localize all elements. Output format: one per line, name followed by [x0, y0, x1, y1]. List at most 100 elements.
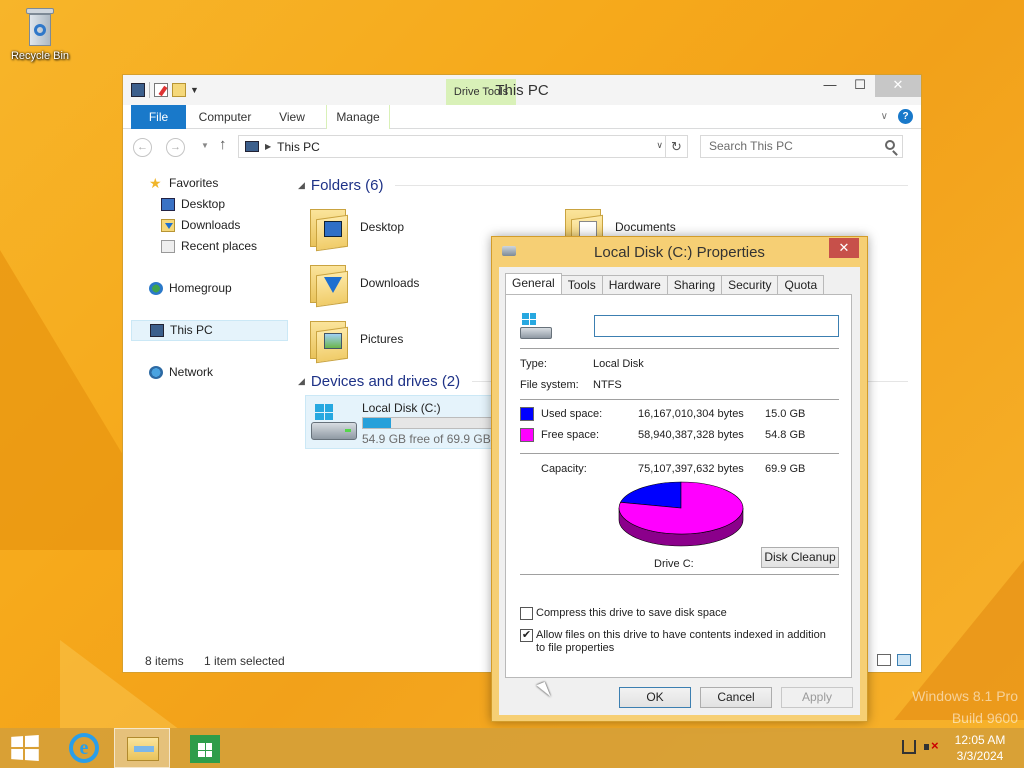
type-label: Type: — [520, 358, 547, 370]
volume-label-input[interactable] — [594, 315, 839, 337]
free-space-label: Free space: — [541, 429, 600, 441]
sidebar-item-label: Network — [169, 365, 214, 379]
help-icon[interactable]: ? — [898, 109, 913, 124]
close-button[interactable]: ✕ — [829, 238, 859, 258]
folder-pictures[interactable]: Pictures — [308, 311, 403, 367]
taskbar-internet-explorer[interactable]: e — [57, 728, 113, 768]
details-view-icon[interactable] — [877, 654, 891, 666]
sidebar-item-homegroup[interactable]: Homegroup — [131, 278, 291, 299]
clock-date: 3/3/2024 — [956, 749, 1004, 763]
ok-button[interactable]: OK — [619, 687, 691, 708]
tab-security[interactable]: Security — [721, 275, 779, 294]
file-system-label: File system: — [520, 379, 579, 391]
start-button-windows-icon[interactable] — [11, 735, 39, 761]
free-space-swatch — [520, 428, 534, 442]
maximize-button[interactable]: ☐ — [845, 75, 875, 97]
sidebar-item-downloads[interactable]: Downloads — [131, 215, 291, 236]
used-space-label: Used space: — [541, 408, 603, 420]
dialog-tabs: General Tools Hardware Sharing Security … — [505, 273, 825, 294]
tab-view[interactable]: View — [271, 105, 313, 129]
homegroup-icon — [149, 282, 163, 295]
group-title: Devices and drives (2) — [310, 372, 461, 390]
search-icon[interactable] — [885, 140, 895, 150]
free-space-bytes: 58,940,387,328 bytes — [638, 429, 744, 441]
clock[interactable]: 12:05 AM 3/3/2024 — [950, 732, 1010, 764]
tab-hardware[interactable]: Hardware — [601, 275, 668, 294]
drive-free-space: 54.9 GB free of 69.9 GB — [362, 432, 491, 446]
volume-muted-icon[interactable] — [924, 738, 939, 754]
clock-time: 12:05 AM — [954, 733, 1006, 747]
sidebar-item-favorites[interactable]: ★ Favorites — [131, 173, 291, 194]
folder-desktop[interactable]: Desktop — [308, 199, 404, 255]
desktop-icon — [161, 198, 175, 211]
apply-button[interactable]: Apply — [781, 687, 853, 708]
close-button[interactable]: ✕ — [875, 75, 921, 97]
taskbar-store[interactable] — [176, 728, 232, 768]
recycle-bin-label: Recycle Bin — [10, 50, 70, 62]
cancel-button[interactable]: Cancel — [700, 687, 772, 708]
drive-local-disk-c[interactable]: Local Disk (C:) 54.9 GB free of 69.9 GB — [305, 395, 495, 449]
capacity-label: Capacity: — [541, 463, 587, 475]
taskbar: e 12:05 AM 3/3/2024 — [0, 728, 1024, 768]
minimize-button[interactable]: — — [815, 75, 845, 97]
pie-svg — [618, 481, 744, 547]
folder-icon — [308, 205, 350, 252]
pie-drive-label: Drive C: — [654, 558, 694, 570]
tab-manage[interactable]: Manage — [326, 105, 390, 129]
back-button[interactable]: ← — [133, 138, 152, 157]
file-explorer-icon — [127, 737, 159, 761]
sidebar-item-recent-places[interactable]: Recent places — [131, 236, 291, 257]
recent-locations-chevron-down-icon[interactable]: ▼ — [201, 141, 209, 150]
dialog-title-bar[interactable]: Local Disk (C:) Properties ✕ — [492, 237, 867, 267]
used-space-bytes: 16,167,010,304 bytes — [638, 408, 744, 420]
collapse-triangle-icon[interactable]: ◢ — [298, 180, 305, 191]
folder-name: Documents — [615, 220, 676, 234]
tab-file[interactable]: File — [131, 105, 186, 129]
breadcrumb-arrow-icon[interactable]: ▶ — [265, 142, 271, 151]
collapse-triangle-icon[interactable]: ◢ — [298, 376, 305, 387]
expand-ribbon-chevron-down-icon[interactable]: ∨ — [881, 111, 888, 122]
watermark-line: Windows 8.1 Pro — [912, 688, 1018, 704]
recycle-bin-desktop-icon[interactable]: Recycle Bin — [6, 6, 74, 62]
folder-downloads[interactable]: Downloads — [308, 255, 419, 311]
tab-general[interactable]: General — [505, 273, 562, 294]
downloads-icon — [161, 219, 175, 232]
drive-usage-bar — [362, 417, 492, 429]
search-placeholder: Search This PC — [709, 139, 793, 153]
tab-tools[interactable]: Tools — [560, 275, 603, 294]
ribbon-tabs: File Computer View Manage ∨ ? — [123, 105, 921, 129]
forward-button[interactable]: → — [166, 138, 185, 157]
compress-checkbox[interactable] — [520, 607, 533, 620]
disk-cleanup-button[interactable]: Disk Cleanup — [761, 547, 839, 568]
index-checkbox[interactable]: ✔ — [520, 629, 533, 642]
tab-sharing[interactable]: Sharing — [666, 275, 723, 294]
disk-usage-pie-chart — [616, 478, 746, 548]
general-panel: Type: Local Disk File system: NTFS Used … — [505, 294, 852, 678]
sidebar-item-network[interactable]: Network — [131, 362, 291, 383]
sidebar-item-desktop[interactable]: Desktop — [131, 194, 291, 215]
sidebar-item-this-pc[interactable]: This PC — [131, 320, 288, 341]
refresh-button[interactable]: ↻ — [665, 136, 687, 157]
system-tray — [902, 738, 939, 754]
item-count: 8 items — [145, 654, 184, 668]
address-bar[interactable]: ▶ This PC ∨ ↻ — [238, 135, 688, 158]
tab-quota[interactable]: Quota — [777, 275, 825, 294]
folder-icon — [308, 261, 350, 308]
up-arrow-icon[interactable]: ↑ — [219, 136, 227, 153]
search-input[interactable]: Search This PC — [700, 135, 903, 158]
folder-name: Downloads — [360, 276, 420, 290]
tab-computer[interactable]: Computer — [195, 105, 255, 129]
address-history-chevron-down-icon[interactable]: ∨ — [656, 140, 663, 151]
store-icon — [190, 735, 220, 763]
taskbar-file-explorer[interactable] — [114, 728, 170, 768]
index-label: Allow files on this drive to have conten… — [536, 629, 826, 654]
address-text: This PC — [277, 139, 320, 154]
large-icons-view-icon[interactable] — [897, 654, 911, 666]
windows-watermark: Windows 8.1 Pro Build 9600 — [912, 685, 1018, 729]
folders-group-header[interactable]: ◢ Folders (6) — [298, 173, 908, 197]
computer-icon — [245, 141, 259, 152]
network-icon[interactable] — [902, 740, 916, 754]
used-space-gb: 15.0 GB — [765, 408, 806, 420]
title-bar[interactable]: ▼ Drive Tools This PC — ☐ ✕ — [123, 75, 921, 105]
capacity-gb: 69.9 GB — [765, 463, 806, 475]
